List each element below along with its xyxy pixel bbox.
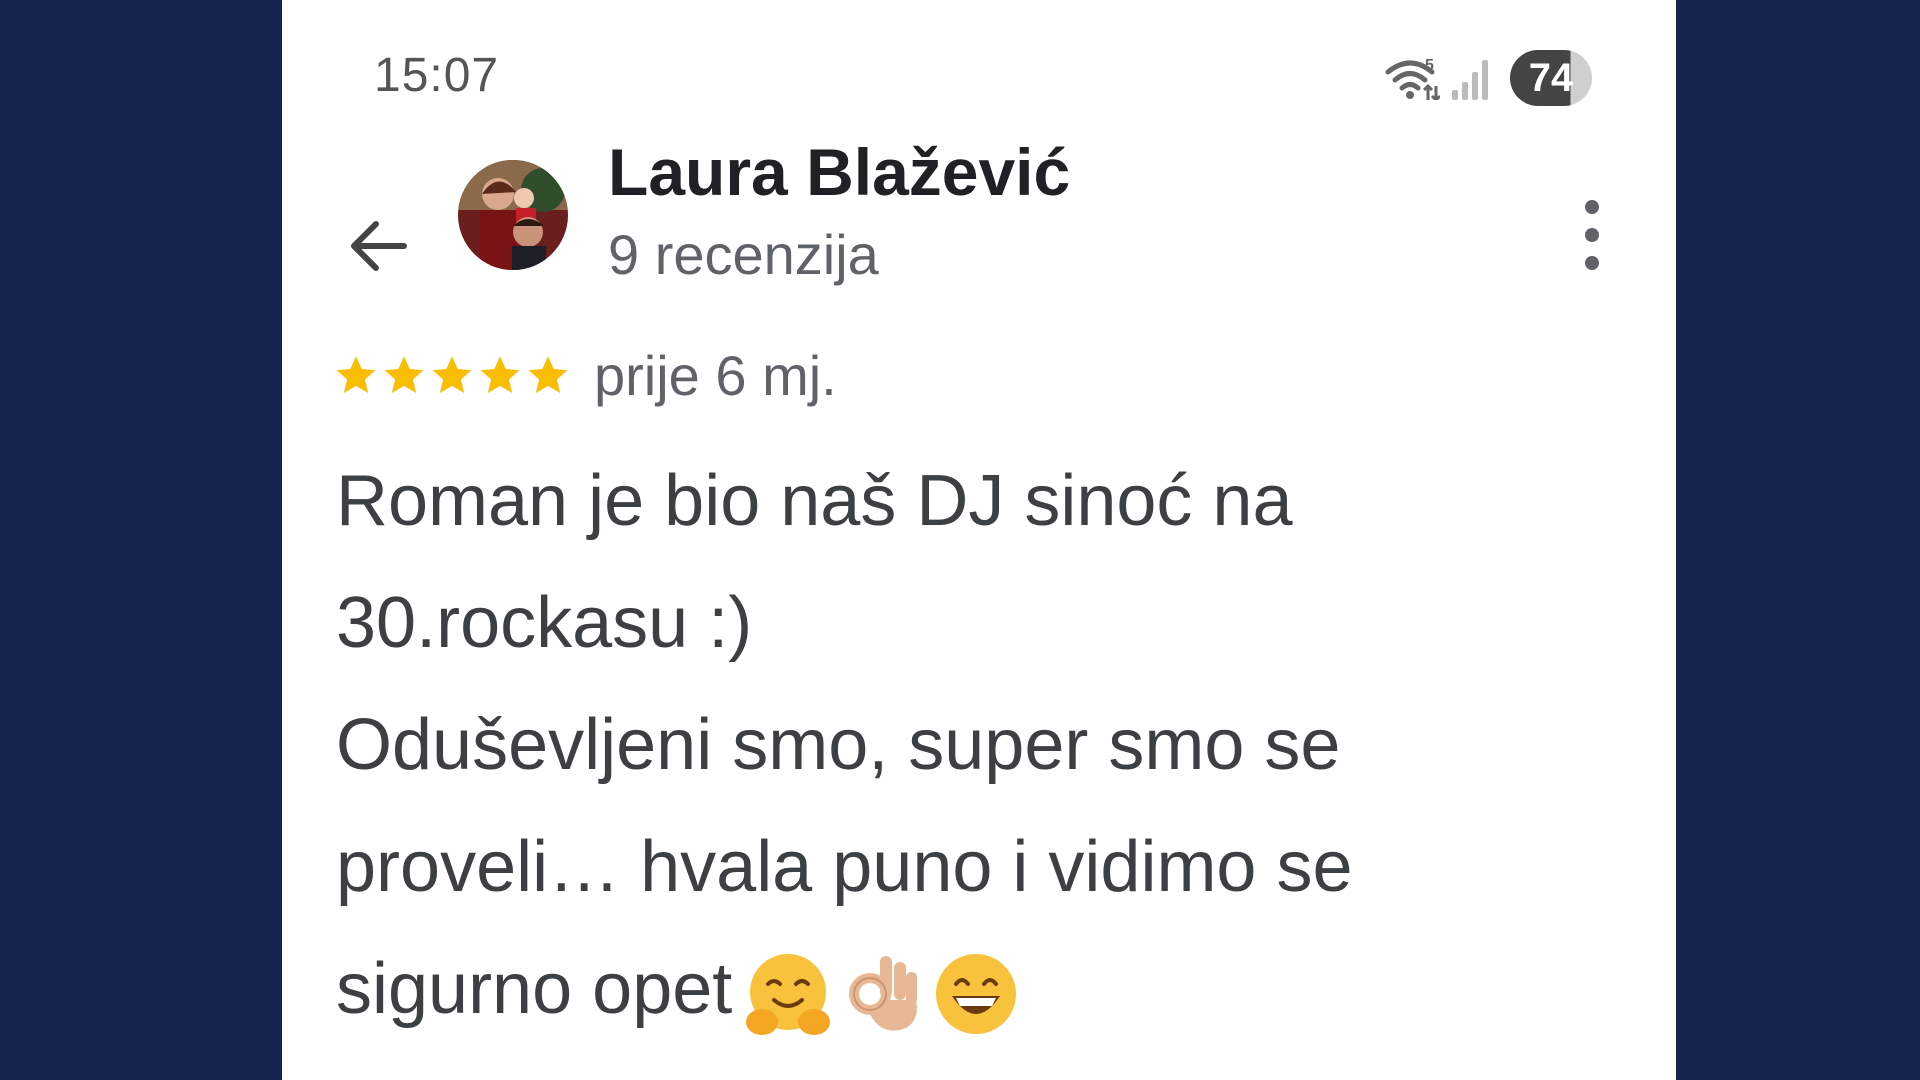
emoji-row — [742, 948, 1022, 1040]
star-icon — [432, 356, 472, 393]
status-icons: 5 74 — [1384, 48, 1592, 108]
review-line-last: sigurno opet — [336, 928, 1596, 1050]
review-line: sigurno opet — [336, 949, 733, 1029]
star-rating — [334, 353, 570, 397]
review-line: Oduševljeni smo, super smo se — [336, 705, 1341, 785]
battery-icon: 74 — [1510, 50, 1592, 106]
star-icon — [384, 356, 424, 393]
signal-icon — [1450, 56, 1492, 100]
star-icon — [336, 356, 376, 393]
battery-level: 74 — [1528, 55, 1574, 100]
status-time: 15:07 — [374, 49, 500, 102]
wifi-icon: 5 — [1384, 56, 1440, 100]
hugging-face-emoji — [742, 948, 834, 1040]
review-line: proveli… hvala puno i vidimo se — [336, 827, 1353, 907]
star-icon — [480, 356, 520, 393]
star-icon — [528, 356, 568, 393]
arrow-left-icon — [351, 221, 407, 271]
rating-row: prije 6 mj. — [334, 340, 837, 410]
reviewer-name[interactable]: Laura Blažević — [608, 134, 1070, 210]
review-text: Roman je bio naš DJ sinoć na 30.rockasu … — [336, 440, 1596, 1050]
grinning-face-emoji — [930, 948, 1022, 1040]
wifi-badge: 5 — [1425, 57, 1434, 74]
review-line: 30.rockasu :) — [336, 583, 753, 663]
ok-hand-emoji — [840, 948, 924, 1040]
more-options-button[interactable] — [1572, 200, 1612, 270]
review-date: prije 6 mj. — [594, 343, 837, 407]
phone-screen: 15:07 5 74 Laura Blažević 9 recenzija pr… — [282, 0, 1676, 1080]
more-vertical-icon — [1585, 200, 1599, 270]
review-line: Roman je bio naš DJ sinoć na — [336, 461, 1293, 541]
review-count[interactable]: 9 recenzija — [608, 222, 879, 287]
screen-background: 15:07 5 74 Laura Blažević 9 recenzija pr… — [0, 0, 1920, 1080]
avatar[interactable] — [458, 160, 568, 270]
back-button[interactable] — [342, 210, 414, 282]
